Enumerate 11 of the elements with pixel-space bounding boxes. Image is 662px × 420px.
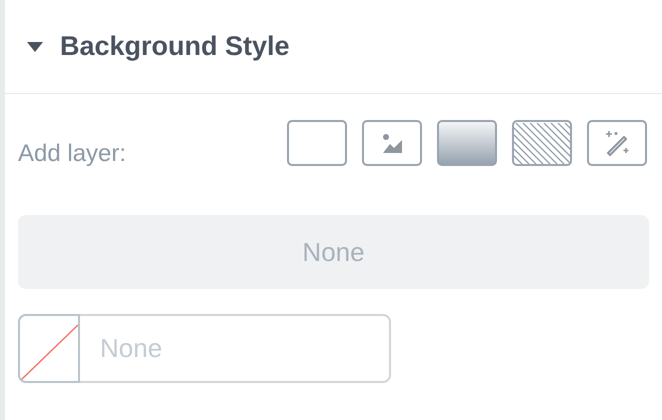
magic-wand-icon[interactable]: [587, 120, 647, 166]
layers-empty-list: None: [18, 215, 649, 289]
no-color-swatch[interactable]: [18, 314, 80, 383]
blank-layer-icon[interactable]: [287, 120, 347, 166]
section-header[interactable]: Background Style: [5, 0, 662, 94]
add-layer-label: Add layer:: [18, 139, 126, 169]
pattern-layer-icon[interactable]: [512, 120, 572, 166]
color-field[interactable]: None: [80, 314, 391, 383]
caret-icon: [27, 42, 43, 52]
image-layer-icon[interactable]: [362, 120, 422, 166]
gradient-layer-icon[interactable]: [437, 120, 497, 166]
